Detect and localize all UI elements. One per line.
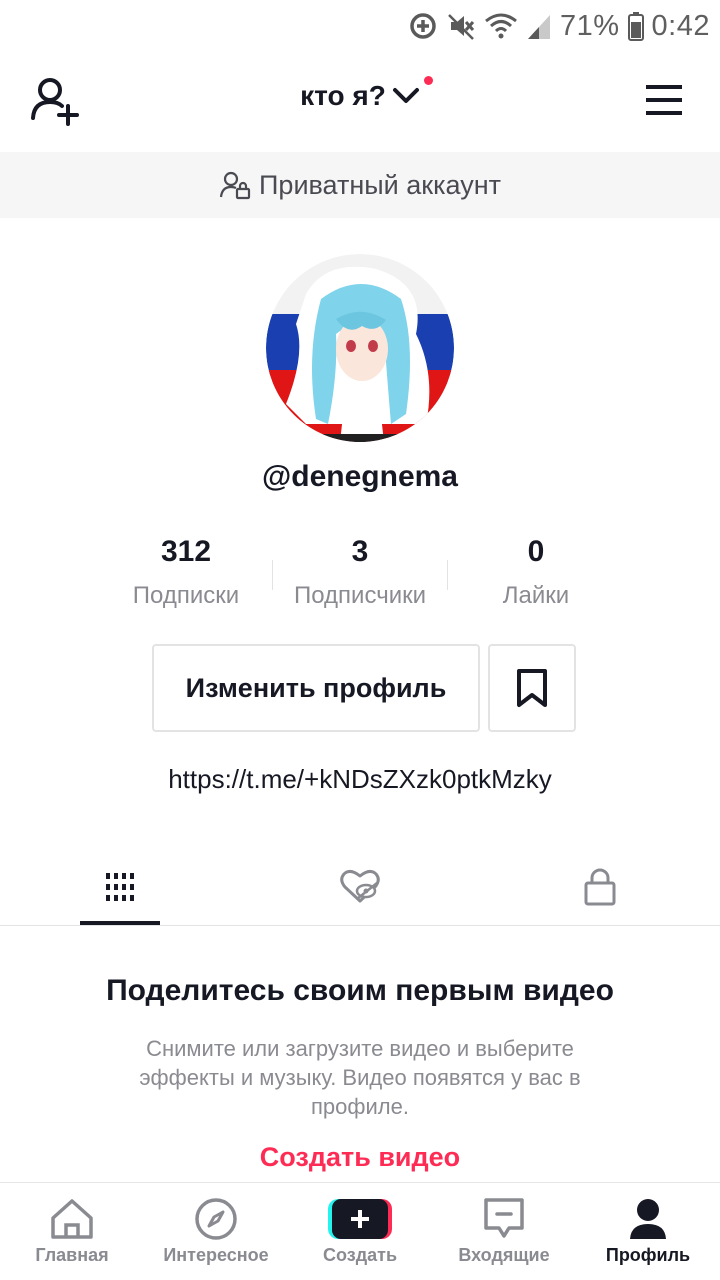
compass-icon	[195, 1198, 237, 1240]
content-tabs	[0, 848, 720, 926]
profile-header: кто я?	[0, 52, 720, 152]
followers-count: 3	[351, 535, 369, 568]
nav-inbox[interactable]: Входящие	[432, 1183, 576, 1280]
tab-liked[interactable]	[240, 848, 480, 926]
status-bar: 71% 0:42	[0, 0, 720, 52]
home-icon	[51, 1199, 93, 1239]
nav-create[interactable]: Создать	[288, 1183, 432, 1280]
empty-state-title: Поделитесь своим первым видео	[106, 974, 614, 1007]
clock: 0:42	[651, 9, 710, 42]
empty-state-description: Снимите или загрузите видео и выберите э…	[139, 1036, 581, 1119]
inbox-icon	[484, 1198, 524, 1238]
private-account-text: Приватный аккаунт	[259, 169, 501, 200]
wifi-icon	[485, 13, 517, 39]
followers-label: Подписчики	[293, 582, 427, 609]
nav-home-label: Главная	[35, 1245, 109, 1265]
avatar-image	[266, 254, 454, 442]
avatar[interactable]	[266, 254, 454, 442]
notification-dot	[424, 76, 433, 85]
nav-discover[interactable]: Интересное	[144, 1183, 288, 1280]
plus-icon	[351, 1210, 369, 1228]
tab-videos[interactable]	[0, 848, 240, 926]
followers-stat[interactable]: 3 Подписчики	[270, 532, 450, 610]
account-switcher[interactable]: кто я?	[0, 80, 720, 112]
data-saver-icon	[410, 13, 436, 39]
following-count: 312	[160, 535, 212, 568]
bio-link[interactable]: https://t.me/+kNDsZXzk0ptkMzky	[0, 764, 720, 795]
favorites-button[interactable]	[488, 644, 576, 732]
grid-icon	[106, 873, 134, 901]
profile-icon	[630, 1199, 666, 1239]
bottom-navigation: Главная Интересное Создать Входящие Проф…	[0, 1182, 720, 1280]
tab-private[interactable]	[480, 848, 720, 926]
profile-stats: 312 Подписки 3 Подписчики 0 Лайки	[0, 532, 720, 612]
username: @denegnema	[262, 460, 458, 493]
nav-profile[interactable]: Профиль	[576, 1183, 720, 1280]
liked-hidden-icon	[340, 869, 380, 903]
page-title: кто я?	[300, 80, 386, 111]
nav-profile-label: Профиль	[605, 1245, 691, 1265]
lock-icon	[584, 868, 616, 906]
edit-profile-button[interactable]: Изменить профиль	[152, 644, 480, 732]
nav-discover-label: Интересное	[163, 1245, 269, 1265]
likes-count: 0	[527, 535, 545, 568]
create-video-link[interactable]: Создать видео	[0, 1142, 720, 1173]
chevron-down-icon	[392, 88, 419, 103]
menu-button[interactable]	[644, 84, 684, 116]
nav-inbox-label: Входящие	[458, 1245, 550, 1265]
likes-stat[interactable]: 0 Лайки	[446, 532, 626, 610]
bookmark-icon	[517, 669, 547, 707]
private-account-banner: Приватный аккаунт	[0, 152, 720, 218]
active-tab-indicator	[80, 921, 160, 925]
battery-icon	[627, 12, 644, 41]
following-stat[interactable]: 312 Подписки	[96, 532, 276, 610]
likes-label: Лайки	[502, 582, 570, 609]
create-button	[328, 1199, 392, 1239]
private-user-icon	[219, 171, 251, 200]
following-label: Подписки	[132, 582, 240, 609]
nav-create-label: Создать	[322, 1245, 398, 1265]
mute-icon	[448, 14, 475, 40]
battery-percent: 71%	[560, 9, 620, 42]
signal-icon	[528, 15, 550, 39]
nav-home[interactable]: Главная	[0, 1183, 144, 1280]
hamburger-menu-icon	[646, 85, 682, 115]
